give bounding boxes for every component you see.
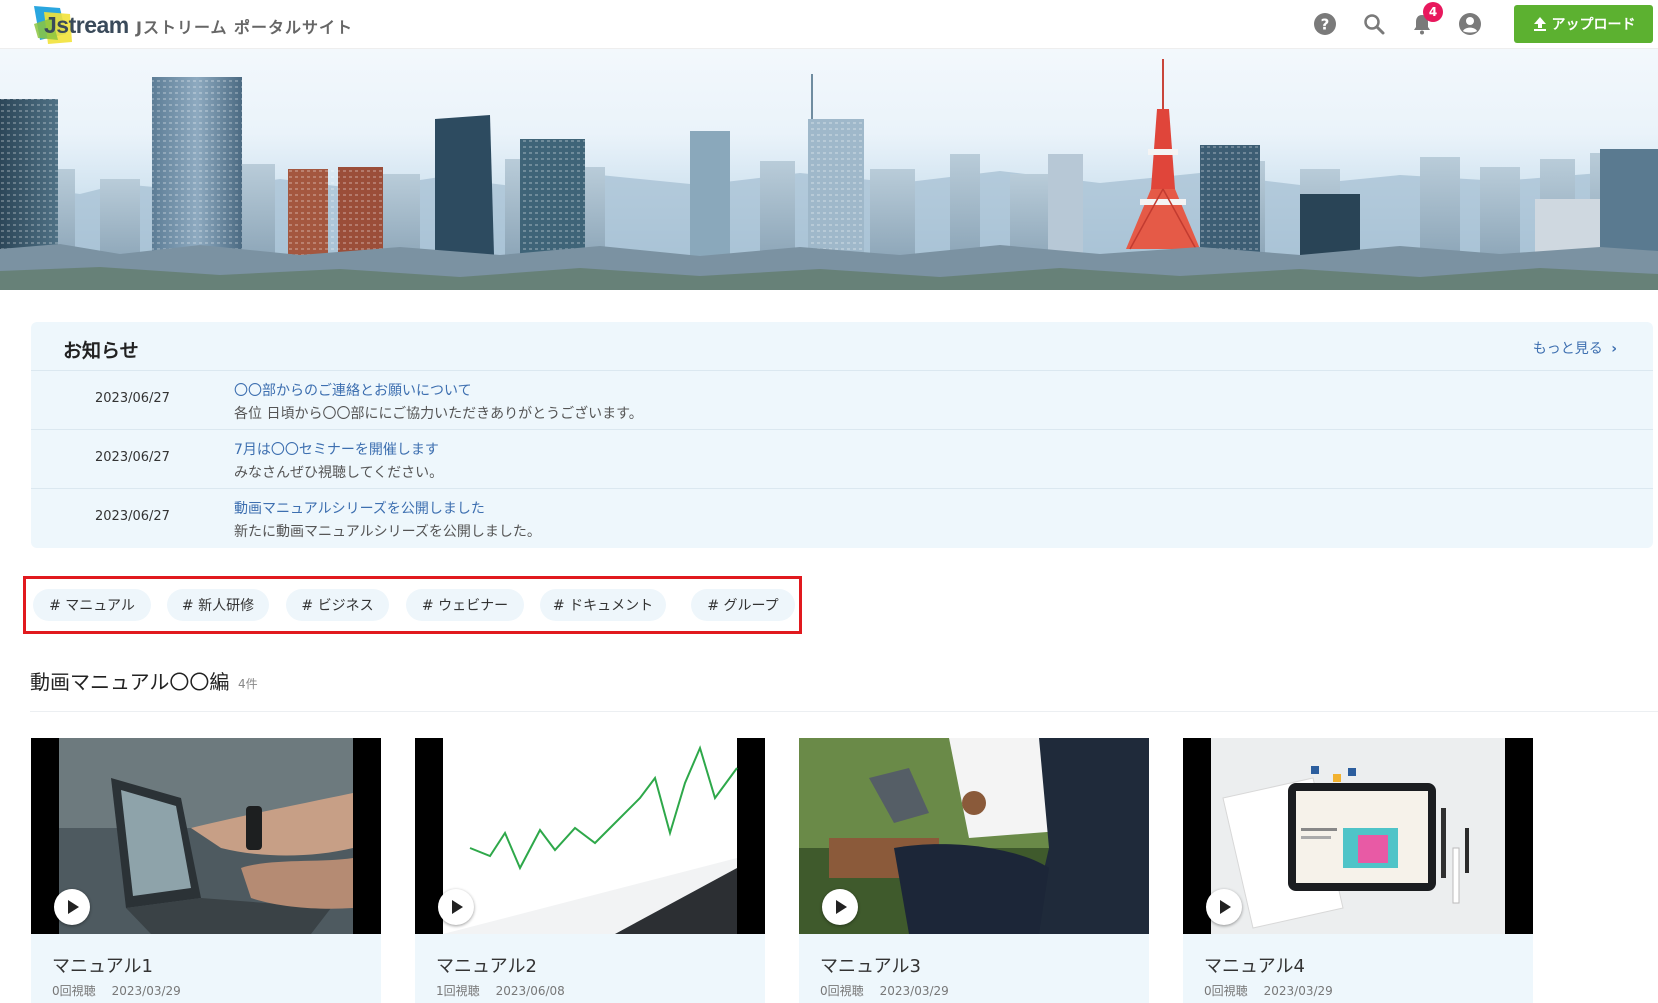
upload-icon xyxy=(1533,17,1546,31)
video-card[interactable]: マニュアル4 0回視聴 2023/03/29 xyxy=(1183,738,1533,1003)
news-item-desc: 各位 日頃から〇〇部ににご協力いただきありがとうございます。 xyxy=(234,406,643,422)
hero-banner xyxy=(0,49,1658,290)
play-button[interactable] xyxy=(54,889,90,925)
video-card[interactable]: マニュアル1 0回視聴 2023/03/29 xyxy=(31,738,381,1003)
jstream-logo[interactable]: Jstream xyxy=(30,4,130,44)
play-button[interactable] xyxy=(438,889,474,925)
svg-text:?: ? xyxy=(1321,16,1330,34)
news-item: 2023/06/27 〇〇部からのご連絡とお願いについて 各位 日頃から〇〇部に… xyxy=(31,370,1653,429)
video-views: 1回視聴 xyxy=(436,984,480,998)
news-title: お知らせ xyxy=(63,340,139,362)
chevron-right-icon: › xyxy=(1611,341,1617,357)
section-divider xyxy=(30,711,1658,712)
news-item-desc: みなさんぜひ視聴してください。 xyxy=(234,465,444,481)
tag-document[interactable]: # ドキュメント xyxy=(540,589,666,621)
video-thumbnail[interactable] xyxy=(1183,738,1533,934)
play-button[interactable] xyxy=(822,889,858,925)
video-thumbnail[interactable] xyxy=(31,738,381,934)
account-icon[interactable] xyxy=(1458,12,1482,36)
video-title[interactable]: マニュアル3 xyxy=(820,952,921,978)
upload-button[interactable]: アップロード xyxy=(1514,5,1653,43)
section-count: 4件 xyxy=(238,677,258,691)
logo-text: Jstream xyxy=(44,12,129,38)
news-item: 2023/06/27 動画マニュアルシリーズを公開しました 新たに動画マニュアル… xyxy=(31,488,1653,547)
news-date: 2023/06/27 xyxy=(95,509,170,524)
video-views: 0回視聴 xyxy=(52,984,96,998)
tag-list-highlight: # マニュアル # 新人研修 # ビジネス # ウェビナー # ドキュメント #… xyxy=(23,576,802,634)
top-header: Jstream Jストリーム ポータルサイト ? 4 アップロード xyxy=(0,0,1658,49)
video-meta: 0回視聴 2023/03/29 xyxy=(1204,982,1333,999)
video-card[interactable]: マニュアル2 1回視聴 2023/06/08 xyxy=(415,738,765,1003)
news-panel: お知らせ もっと見る › 2023/06/27 〇〇部からのご連絡とお願いについ… xyxy=(31,322,1653,548)
news-date: 2023/06/27 xyxy=(95,450,170,465)
news-item-link[interactable]: 7月は〇〇セミナーを開催します xyxy=(234,439,439,459)
news-item-link[interactable]: 〇〇部からのご連絡とお願いについて xyxy=(234,380,472,400)
video-meta: 0回視聴 2023/03/29 xyxy=(820,982,949,999)
tag-group[interactable]: # グループ xyxy=(691,589,795,621)
site-name: Jストリーム ポータルサイト xyxy=(136,18,354,37)
search-icon[interactable] xyxy=(1362,12,1386,36)
news-date: 2023/06/27 xyxy=(95,391,170,406)
tag-business[interactable]: # ビジネス xyxy=(286,589,389,621)
news-more-link[interactable]: もっと見る › xyxy=(1533,338,1617,358)
video-title[interactable]: マニュアル1 xyxy=(52,952,153,978)
section-title: 動画マニュアル〇〇編 xyxy=(30,670,230,694)
video-title[interactable]: マニュアル4 xyxy=(1204,952,1305,978)
tag-webinar[interactable]: # ウェビナー xyxy=(406,589,524,621)
city-skyline-image xyxy=(0,59,1658,290)
notification-badge: 4 xyxy=(1423,2,1443,22)
video-date: 2023/03/29 xyxy=(879,984,949,998)
upload-button-label: アップロード xyxy=(1551,17,1636,33)
video-thumbnail[interactable] xyxy=(799,738,1149,934)
tag-new-hire-training[interactable]: # 新人研修 xyxy=(167,589,269,621)
video-date: 2023/06/08 xyxy=(495,984,565,998)
news-more-label: もっと見る xyxy=(1532,341,1603,357)
video-meta: 0回視聴 2023/03/29 xyxy=(52,982,181,999)
video-date: 2023/03/29 xyxy=(1263,984,1333,998)
video-date: 2023/03/29 xyxy=(111,984,181,998)
video-title[interactable]: マニュアル2 xyxy=(436,952,537,978)
play-button[interactable] xyxy=(1206,889,1242,925)
tag-manual[interactable]: # マニュアル xyxy=(33,589,151,621)
video-thumbnail[interactable] xyxy=(415,738,765,934)
video-views: 0回視聴 xyxy=(820,984,864,998)
video-meta: 1回視聴 2023/06/08 xyxy=(436,982,565,999)
news-item-link[interactable]: 動画マニュアルシリーズを公開しました xyxy=(234,498,485,518)
video-views: 0回視聴 xyxy=(1204,984,1248,998)
news-item: 2023/06/27 7月は〇〇セミナーを開催します みなさんぜひ視聴してくださ… xyxy=(31,429,1653,488)
video-card[interactable]: マニュアル3 0回視聴 2023/03/29 xyxy=(799,738,1149,1003)
news-item-desc: 新たに動画マニュアルシリーズを公開しました。 xyxy=(234,524,541,540)
help-icon[interactable]: ? xyxy=(1313,12,1337,36)
